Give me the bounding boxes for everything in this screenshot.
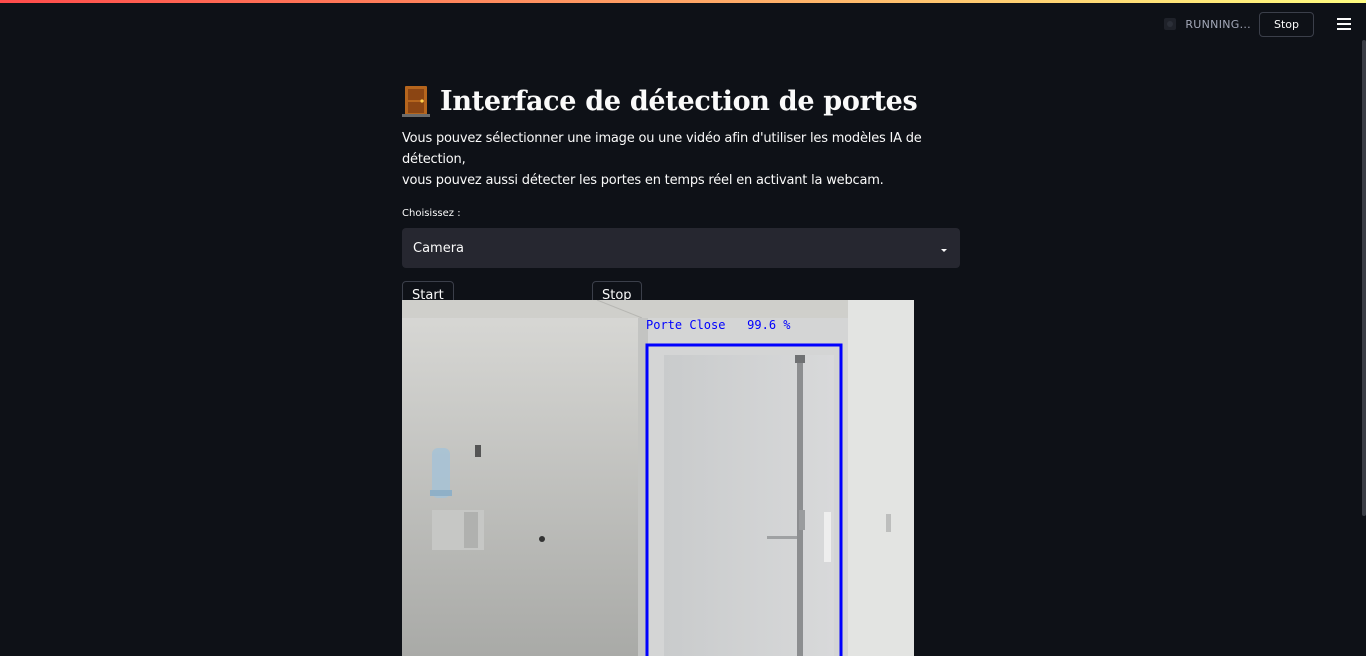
page-title: Interface de détection de portes: [440, 85, 918, 117]
chevron-down-icon: [939, 239, 949, 258]
detection-label: Porte Close 99.6 %: [646, 318, 791, 332]
door-icon: [402, 85, 430, 117]
source-select[interactable]: Camera: [402, 228, 960, 268]
select-label: Choisissez :: [402, 208, 461, 219]
hamburger-menu-icon[interactable]: [1328, 10, 1360, 38]
description-line-1: Vous pouvez sélectionner une image ou un…: [402, 131, 922, 167]
running-status: RUNNING...: [1185, 17, 1251, 31]
select-value: Camera: [413, 240, 465, 256]
description-line-2: vous pouvez aussi détecter les portes en…: [402, 173, 884, 188]
top-decoration-bar: [0, 0, 1366, 3]
main-content: Interface de détection de portes Vous po…: [402, 80, 960, 323]
page-description: Vous pouvez sélectionner une image ou un…: [402, 128, 960, 191]
running-icon: [1161, 15, 1179, 33]
webcam-video-frame: Porte Close 99.6 %: [402, 300, 914, 656]
app-header: RUNNING... Stop: [1161, 10, 1366, 38]
header-stop-button[interactable]: Stop: [1258, 11, 1314, 37]
scrollbar[interactable]: [1362, 40, 1366, 516]
title-row: Interface de détection de portes: [402, 80, 960, 122]
